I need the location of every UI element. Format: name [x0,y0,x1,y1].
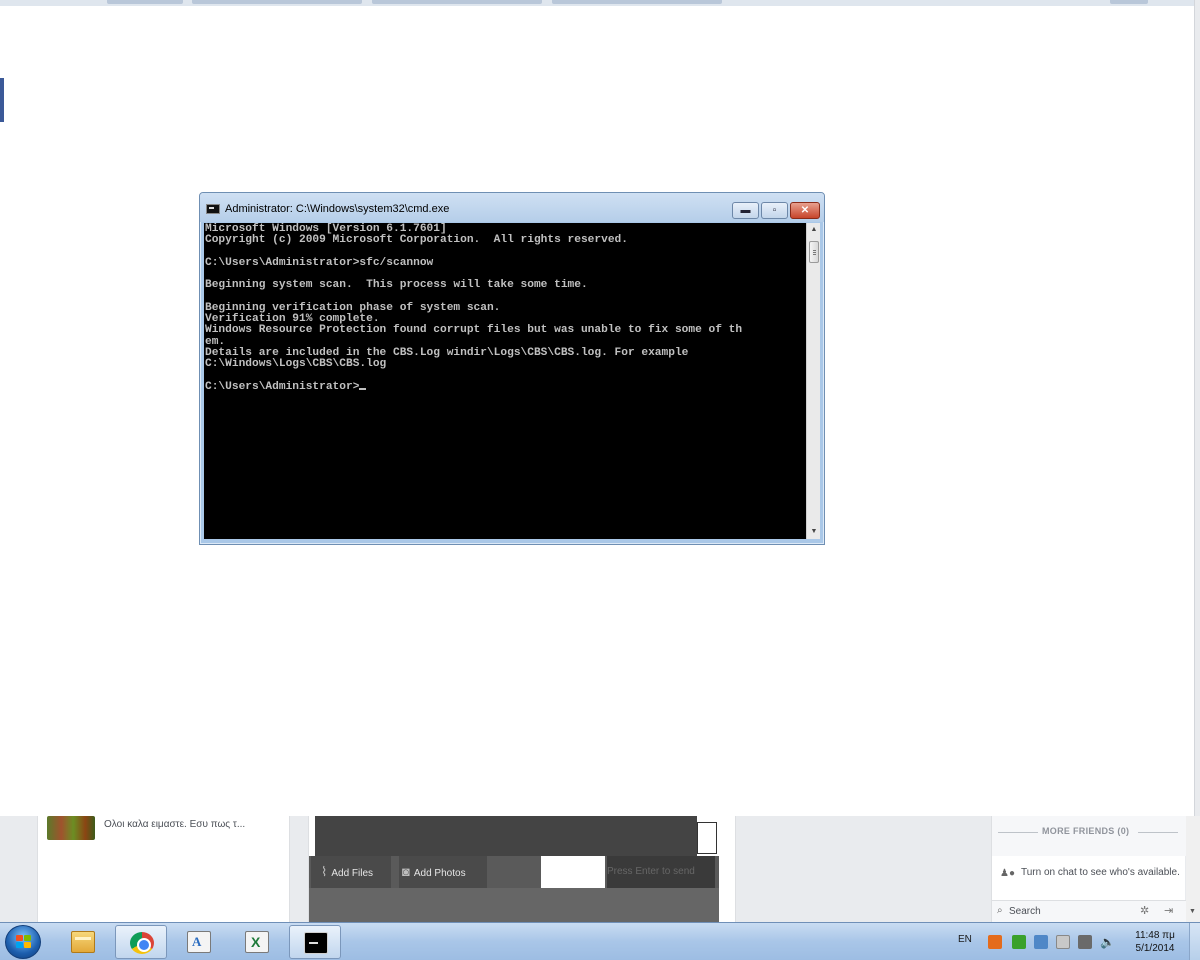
cmd-window[interactable]: Administrator: C:\Windows\system32\cmd.e… [199,192,825,545]
browser-window-control[interactable] [1110,0,1148,4]
tray-action-center-icon[interactable] [1056,935,1070,949]
cmd-icon [304,932,328,954]
avatar[interactable] [47,816,95,840]
camera-icon: ◙ [402,864,410,879]
add-files-button[interactable]: ⌇ Add Files [311,856,391,888]
console-line: C:\Windows\Logs\CBS\CBS.log [205,358,387,370]
chat-search-input[interactable]: Search [1009,906,1041,917]
browser-tab[interactable] [107,0,183,4]
taskbar-chrome[interactable] [115,925,167,959]
start-button[interactable] [5,925,41,959]
tray-app-icon[interactable] [988,935,1002,949]
taskbar-cmd[interactable] [289,925,341,959]
chat-status-text[interactable]: Turn on chat to see who's available. [1021,866,1181,879]
language-indicator[interactable]: EN [958,934,972,945]
chat-sidebar: MORE FRIENDS (0) ♟● Turn on chat to see … [991,816,1186,922]
chat-toolbar: ⌇ Add Files ◙ Add Photos Press Enter to se… [309,856,719,888]
chat-message-area [315,816,697,856]
search-icon: ⌕ [997,905,1003,916]
browser-tab[interactable] [552,0,722,4]
tray-volume-icon[interactable]: 🔈 [1100,935,1115,949]
chat-footer [309,888,719,922]
console-line: C:\Users\Administrator>sfc/scannow [205,256,434,269]
message-snippet[interactable]: Ολοι καλα ειμαστε. Εσυ πως τ... [104,819,245,830]
console-line: Copyright (c) 2009 Microsoft Corporation… [205,234,628,247]
chat-search-bar[interactable]: ⌕ Search ✲ ⇥ [992,900,1186,922]
chat-composer: ⌇ Add Files ◙ Add Photos Press Enter to se… [308,816,736,922]
cmd-scrollbar[interactable]: ▲ ▼ [806,223,820,539]
chat-scroll-area [697,822,717,854]
scroll-down-arrow-icon[interactable]: ▼ [807,525,821,539]
minimize-button[interactable]: ▬ [732,202,759,219]
popout-icon[interactable]: ⇥ [1164,904,1173,917]
close-button[interactable]: ✕ [790,202,820,219]
cmd-icon[interactable] [206,204,220,214]
person-icon: ♟● [1000,868,1016,879]
cmd-window-title: Administrator: C:\Windows\system32\cmd.e… [225,203,450,215]
console-line: C:\Users\Administrator> [205,381,367,393]
taskbar-explorer[interactable] [57,925,109,959]
maximize-button[interactable]: ▫ [761,202,788,219]
console-line: Windows Resource Protection found corrup… [205,324,743,337]
taskbar: EN 🔈 11:48 πμ 5/1/2014 [0,922,1200,960]
scroll-up-arrow-icon[interactable]: ▲ [807,223,821,237]
cmd-title-bar[interactable]: Administrator: C:\Windows\system32\cmd.e… [200,193,824,222]
console-line: Beginning system scan. This process will… [205,279,588,292]
cmd-console[interactable]: Microsoft Windows [Version 6.1.7601] Copy… [204,223,806,539]
tray-security-icon[interactable] [1012,935,1026,949]
show-desktop-button[interactable] [1189,923,1200,960]
scroll-thumb[interactable] [809,241,819,263]
browser-left-edge [0,78,4,122]
press-enter-to-send-checkbox[interactable]: Press Enter to send [607,856,715,888]
scroll-down-arrow-icon[interactable]: ▼ [1189,908,1196,915]
clock-date: 5/1/2014 [1135,943,1175,954]
windows-logo-icon [16,935,31,949]
taskbar-excel[interactable] [231,925,283,959]
tray-app-icon[interactable] [1034,935,1048,949]
taskbar-access[interactable] [173,925,225,959]
console-line: em. [205,335,226,348]
more-friends-label: MORE FRIENDS (0) [1042,826,1130,836]
screen: Administrator: C:\Windows\system32\cmd.e… [0,0,1200,960]
text-cursor [359,387,367,390]
browser-page-fragment: Ολοι καλα ειμαστε. Εσυ πως τ... ⌇ Add Fil… [0,816,1200,922]
gear-icon[interactable]: ✲ [1140,904,1149,917]
tray-network-icon[interactable] [1078,935,1092,949]
tray-clock[interactable]: 11:48 πμ 5/1/2014 [1126,929,1184,955]
excel-icon [245,931,269,953]
chrome-icon [130,932,154,954]
more-friends-header: MORE FRIENDS (0) [992,816,1186,856]
browser-tab[interactable] [192,0,362,4]
browser-tab-strip [0,0,1200,6]
paperclip-icon: ⌇ [321,864,328,879]
chat-input[interactable] [541,856,605,888]
explorer-icon [71,931,95,953]
browser-tab[interactable] [372,0,542,4]
access-icon [187,931,211,953]
clock-time: 11:48 πμ [1135,930,1175,941]
add-photos-button[interactable]: ◙ Add Photos [399,856,487,888]
browser-right-edge [1194,0,1200,816]
messages-list: Ολοι καλα ειμαστε. Εσυ πως τ... [37,816,290,922]
page-scrollbar[interactable]: ▼ [1186,816,1200,922]
